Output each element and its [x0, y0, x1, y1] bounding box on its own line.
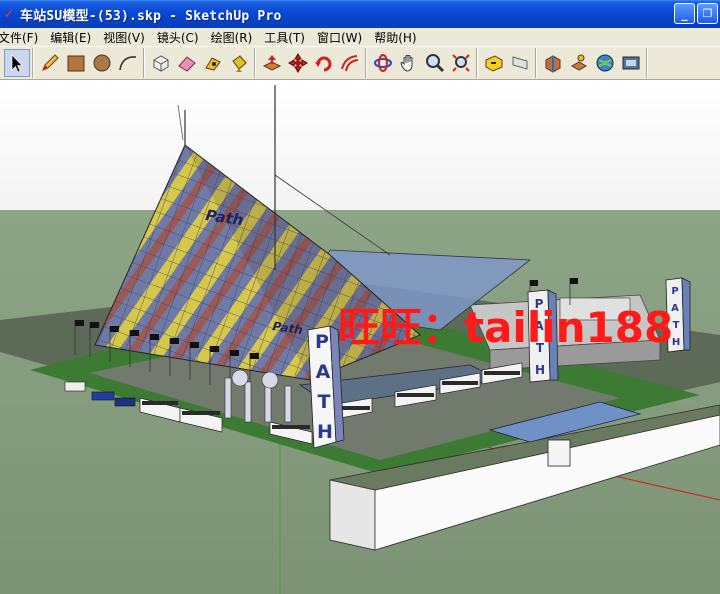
model-scene: Path Path P A T H P A T H P A T H 旺旺：tai…	[0, 80, 720, 594]
hand-icon	[400, 55, 413, 72]
move-icon	[288, 53, 308, 73]
select-tool[interactable]	[4, 49, 30, 77]
rotate-tool[interactable]	[311, 49, 337, 77]
paint-bucket-tool[interactable]	[226, 49, 252, 77]
toolbar-group-camera	[368, 48, 477, 78]
sketchup-icon[interactable]: ✓	[2, 7, 16, 22]
circle-tool[interactable]	[89, 49, 115, 77]
window-title: 车站SU模型-(53).skp - SketchUp Pro	[20, 8, 282, 24]
title-bar: ✓ 车站SU模型-(53).skp - SketchUp Pro _ ❐	[0, 0, 720, 28]
svg-text:T: T	[318, 391, 331, 413]
toolbar-group-edit	[146, 48, 255, 78]
tape-measure-tool[interactable]	[200, 49, 226, 77]
car-white	[64, 381, 86, 392]
zoom-extents-icon	[452, 54, 470, 72]
orbit-tool[interactable]	[370, 49, 396, 77]
place-model-tool[interactable]	[566, 49, 592, 77]
model-viewport[interactable]: Path Path P A T H P A T H P A T H 旺旺：tai…	[0, 80, 720, 594]
menu-window[interactable]: 窗口(W)	[317, 29, 368, 46]
svg-text:H: H	[317, 421, 333, 443]
eraser-tool[interactable]	[174, 49, 200, 77]
menu-help[interactable]: 帮助(H)	[374, 29, 422, 46]
paint-bucket-icon	[232, 55, 247, 72]
orbit-icon	[374, 54, 392, 72]
rectangle-tool[interactable]	[63, 49, 89, 77]
menu-view[interactable]: 视图(V)	[103, 29, 151, 46]
arc-tool[interactable]	[115, 49, 141, 77]
toolbar-group-select	[2, 48, 33, 78]
warehouse-tool[interactable]	[540, 49, 566, 77]
toolbar-group-views	[479, 48, 536, 78]
minimize-button[interactable]: _	[674, 3, 695, 24]
menu-edit[interactable]: 编辑(E)	[50, 29, 97, 46]
toolbar-group-warehouse	[538, 48, 647, 78]
gate-post	[547, 439, 571, 467]
toolbar-group-draw	[35, 48, 144, 78]
foundation-box-side	[329, 479, 376, 551]
arc-icon	[119, 56, 137, 71]
extension-tool[interactable]	[618, 49, 644, 77]
arrow-icon	[11, 54, 23, 73]
make-component-tool[interactable]	[148, 49, 174, 77]
previous-view-icon	[485, 55, 503, 72]
pencil-tool[interactable]	[37, 49, 63, 77]
pencil-icon	[42, 54, 59, 71]
watermark: 旺旺：tailin188	[338, 303, 673, 352]
window-controls: _ ❐	[674, 3, 718, 24]
zoom-extents-tool[interactable]	[448, 49, 474, 77]
car-blue	[91, 391, 115, 401]
move-tool[interactable]	[285, 49, 311, 77]
warehouse-icon	[545, 55, 561, 73]
offset-icon	[341, 55, 359, 72]
restore-icon: ❐	[702, 7, 713, 20]
svg-text:A: A	[316, 361, 331, 383]
next-view-icon	[512, 56, 528, 70]
component-icon	[153, 55, 169, 72]
menu-file[interactable]: 文件(F)	[0, 29, 44, 46]
zoom-icon	[426, 54, 445, 73]
circle-icon	[93, 54, 111, 72]
restore-button[interactable]: ❐	[697, 3, 718, 24]
rotate-icon	[315, 56, 332, 72]
sky	[0, 80, 720, 210]
svg-text:P: P	[671, 286, 678, 297]
geolocation-tool[interactable]	[592, 49, 618, 77]
place-model-icon	[570, 54, 588, 71]
svg-text:H: H	[535, 363, 545, 377]
toolbar	[0, 46, 720, 80]
tape-icon	[205, 57, 221, 71]
svg-text:T: T	[673, 320, 680, 331]
menu-bar: 文件(F) 编辑(E) 视图(V) 镜头(C) 绘图(R) 工具(T) 窗口(W…	[0, 28, 720, 46]
previous-view-tool[interactable]	[481, 49, 507, 77]
svg-text:P: P	[315, 331, 329, 353]
pan-tool[interactable]	[396, 49, 422, 77]
eraser-icon	[178, 56, 196, 72]
zoom-tool[interactable]	[422, 49, 448, 77]
rectangle-icon	[67, 55, 85, 72]
menu-tools[interactable]: 工具(T)	[264, 29, 311, 46]
extension-icon	[622, 56, 640, 70]
minimize-icon: _	[681, 6, 688, 21]
offset-tool[interactable]	[337, 49, 363, 77]
menu-camera[interactable]: 镜头(C)	[157, 29, 205, 46]
car-blue-2	[114, 397, 136, 407]
next-view-tool[interactable]	[507, 49, 533, 77]
toolbar-group-modify	[257, 48, 366, 78]
push-pull-tool[interactable]	[259, 49, 285, 77]
globe-icon	[596, 54, 614, 72]
push-pull-icon	[262, 55, 282, 71]
menu-draw[interactable]: 绘图(R)	[211, 29, 259, 46]
